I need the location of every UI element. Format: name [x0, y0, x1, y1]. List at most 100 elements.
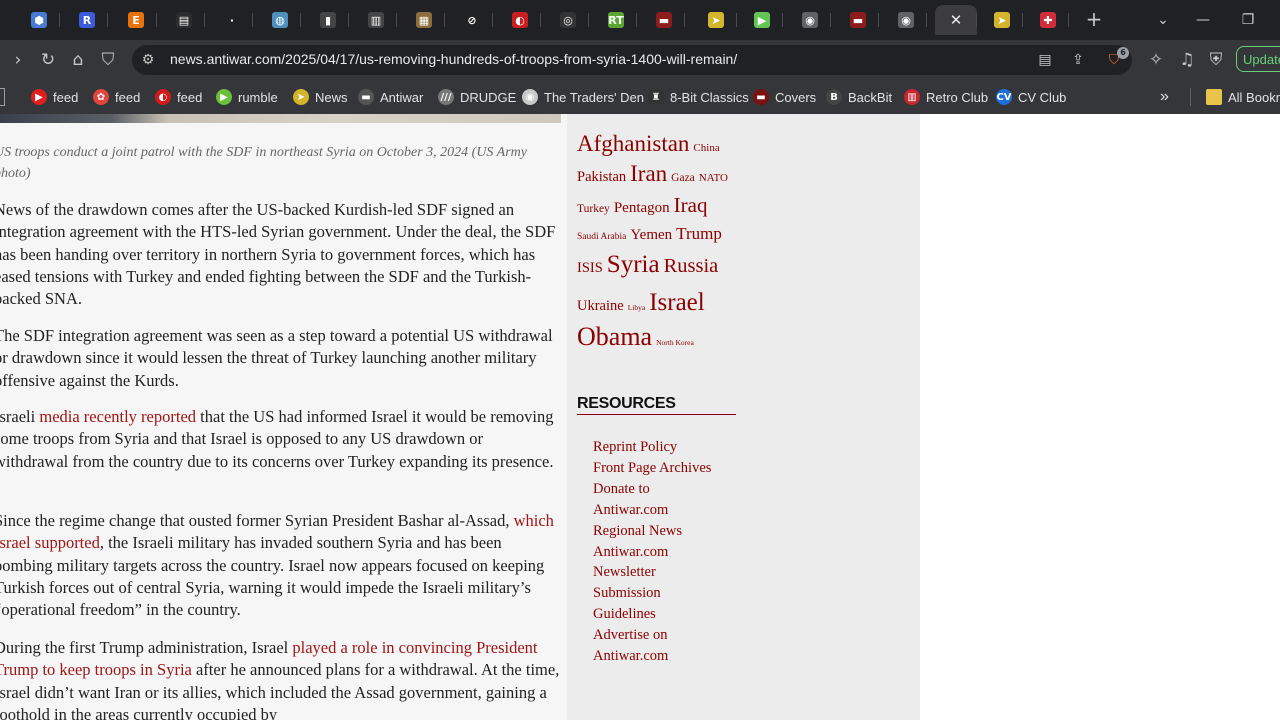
tag-north-korea[interactable]: North Korea [656, 339, 694, 347]
bookmark-antiwar[interactable]: ▬ Antiwar [358, 87, 423, 107]
bookmark-label: News [315, 89, 348, 105]
resource-link[interactable]: Antiwar.com [593, 646, 753, 667]
bookmark-retro-club[interactable]: ▥ Retro Club [904, 87, 988, 107]
tag-turkey[interactable]: Turkey [577, 203, 610, 216]
new-tab-button[interactable]: + [1083, 8, 1105, 30]
tag-gaza[interactable]: Gaza [671, 172, 695, 185]
apps-icon[interactable] [0, 88, 5, 106]
browser-tab[interactable]: ➤ [695, 5, 737, 35]
bookmark-icon[interactable]: ⛉ [96, 48, 120, 72]
tag-afghanistan[interactable]: Afghanistan [577, 132, 689, 155]
tag-isis[interactable]: ISIS [577, 261, 603, 276]
page-margin [920, 114, 1280, 720]
resource-link[interactable]: Reprint Policy [593, 437, 753, 458]
resource-link[interactable]: Guidelines [593, 604, 753, 625]
photo-caption: US troops conduct a joint patrol with th… [0, 145, 528, 181]
media-report-link[interactable]: media recently reported [39, 407, 196, 426]
resource-link[interactable]: Regional News [593, 521, 753, 542]
tab-separator [492, 13, 493, 27]
browser-tab[interactable]: ▮ [307, 5, 349, 35]
restore-button[interactable]: ❐ [1236, 8, 1260, 32]
resource-link[interactable]: Front Page Archives [593, 458, 753, 479]
site-settings-icon[interactable]: ⚙ [138, 50, 158, 70]
tag-syria[interactable]: Syria [607, 252, 660, 277]
browser-tab[interactable]: ▤ [163, 5, 205, 35]
browser-tab[interactable]: ◎ [547, 5, 589, 35]
browser-tab[interactable]: ◐ [499, 5, 541, 35]
browser-tab[interactable]: ✕ [935, 5, 977, 35]
browser-tab[interactable]: R [66, 5, 108, 35]
browser-tab[interactable]: · [211, 5, 253, 35]
bookmark-feed[interactable]: ◐ feed [155, 87, 202, 107]
bookmark-backbit[interactable]: B BackBit [826, 87, 892, 107]
dash-icon: ▬ [358, 89, 374, 105]
tag-pakistan[interactable]: Pakistan [577, 170, 626, 185]
bookmark-news[interactable]: ➤ News [293, 87, 348, 107]
share-icon[interactable]: ⇪ [1068, 50, 1088, 70]
home-icon[interactable]: ⌂ [66, 48, 90, 72]
covers-icon: ▬ [753, 89, 769, 105]
rumble-icon: ▶ [216, 89, 232, 105]
browser-tab[interactable]: ▬ [643, 5, 685, 35]
bookmark-8-bit-classics[interactable]: ♜ 8-Bit Classics [648, 87, 749, 107]
browser-tab[interactable]: ◉ [885, 5, 927, 35]
vpn-icon[interactable]: ⛨ [1204, 48, 1228, 72]
all-bookmarks-button[interactable]: All Bookm [1206, 87, 1280, 107]
url-text[interactable]: news.antiwar.com/2025/04/17/us-removing-… [170, 51, 737, 67]
bookmark-rumble[interactable]: ▶ rumble [216, 87, 278, 107]
forward-icon[interactable]: › [6, 48, 30, 72]
tag-iran[interactable]: Iran [630, 162, 667, 185]
resource-link[interactable]: Antiwar.com [593, 542, 753, 563]
reload-icon[interactable]: ↻ [36, 48, 60, 72]
bookmark-cv-club[interactable]: CV CV Club [996, 87, 1066, 107]
minimize-button[interactable]: — [1191, 8, 1215, 32]
browser-tab[interactable]: ▶ [741, 5, 783, 35]
address-bar[interactable]: ⚙ news.antiwar.com/2025/04/17/us-removin… [132, 45, 1132, 75]
browser-tab[interactable]: RT [595, 5, 637, 35]
bookmark-covers[interactable]: ▬ Covers [753, 87, 816, 107]
tab-search-button[interactable]: ⌄ [1151, 8, 1175, 32]
resource-link[interactable]: Newsletter [593, 562, 753, 583]
tag-iraq[interactable]: Iraq [674, 195, 708, 216]
tag-saudi-arabia[interactable]: Saudi Arabia [577, 232, 626, 243]
tag-yemen[interactable]: Yemen [630, 228, 672, 243]
browser-tab[interactable]: ▥ [355, 5, 397, 35]
bookmark-feed[interactable]: ✿ feed [93, 87, 140, 107]
tab-separator [588, 13, 589, 27]
tag-pentagon[interactable]: Pentagon [614, 201, 670, 216]
tag-israel[interactable]: Israel [649, 290, 705, 315]
bookmark-the-traders-den[interactable]: ◉ The Traders' Den [522, 87, 644, 107]
media-icon[interactable]: ♫ [1175, 48, 1199, 72]
resource-link[interactable]: Donate to [593, 479, 753, 500]
bookmark-drudge[interactable]: /// DRUDGE [438, 87, 516, 107]
browser-tab[interactable]: ➤ [981, 5, 1023, 35]
bookmark-label: DRUDGE [460, 89, 517, 105]
resource-link[interactable]: Antiwar.com [593, 500, 753, 521]
browser-tab[interactable]: ⬢ [18, 5, 60, 35]
tag-ukraine[interactable]: Ukraine [577, 299, 624, 314]
extensions-icon[interactable]: ✧ [1144, 48, 1168, 72]
close-tab-icon[interactable]: ✕ [950, 11, 963, 29]
tag-obama[interactable]: Obama [577, 324, 652, 350]
browser-tab[interactable]: ✚ [1027, 5, 1069, 35]
tab-separator [1022, 13, 1023, 27]
resource-link[interactable]: Submission [593, 583, 753, 604]
tag-nato[interactable]: NATO [699, 173, 728, 184]
tag-china[interactable]: China [693, 143, 719, 154]
browser-tab[interactable]: E [115, 5, 157, 35]
tab-separator [782, 13, 783, 27]
reader-mode-icon[interactable]: ▤ [1035, 50, 1055, 70]
browser-tab[interactable]: ⊘ [451, 5, 493, 35]
more-bookmarks-icon[interactable]: » [1160, 87, 1169, 107]
nocircle-tab-icon: ⊘ [464, 12, 480, 28]
browser-tab[interactable]: ◉ [789, 5, 831, 35]
tag-trump[interactable]: Trump [676, 225, 722, 242]
browser-tab[interactable]: ▬ [837, 5, 879, 35]
tag-libya[interactable]: Libya [628, 304, 646, 312]
update-button[interactable]: Update [1236, 46, 1280, 72]
tag-russia[interactable]: Russia [664, 256, 719, 277]
bookmark-feed[interactable]: ▶ feed [31, 87, 78, 107]
resource-link[interactable]: Advertise on [593, 625, 753, 646]
browser-tab[interactable]: ◍ [259, 5, 301, 35]
browser-tab[interactable]: ▦ [403, 5, 445, 35]
